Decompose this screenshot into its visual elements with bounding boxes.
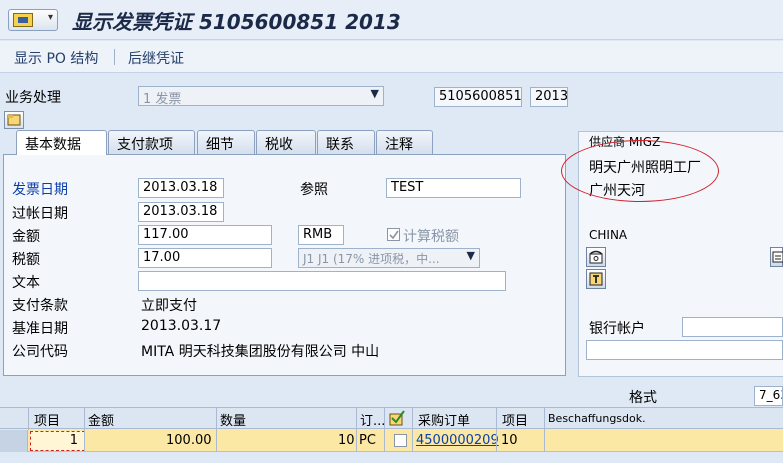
calc-tax-label: 计算税额 (403, 229, 459, 245)
column-separator (356, 408, 357, 430)
vendor-country: CHINA (589, 228, 628, 242)
col-amount[interactable]: 金额 (88, 410, 114, 429)
select-all-icon (389, 410, 405, 426)
unit-cell[interactable]: PC (359, 433, 376, 448)
text-label: 文本 (12, 275, 40, 291)
item-value: 1 (69, 433, 78, 448)
layout-label: 格式 (629, 390, 657, 406)
bank-account-label: 银行帐户 (589, 321, 645, 337)
transaction-select[interactable]: 1 发票 ▼ (138, 86, 384, 106)
telephone-icon (589, 250, 603, 264)
amount-cell[interactable]: 100.00 (166, 433, 212, 448)
transaction-label: 业务处理 (5, 90, 61, 106)
posting-date-field[interactable]: 2013.03.18 (138, 202, 224, 222)
tab-contact[interactable]: 联系 (317, 130, 375, 154)
company-code-value: MITA 明天科技集团股份有限公司 中山 (141, 344, 380, 360)
items-table-header: 项目 金额 数量 订... 采购订单 项目 Beschaffungsdok. (0, 407, 783, 431)
fax-icon (589, 272, 603, 286)
follow-on-docs-button[interactable]: 后继凭证 (128, 48, 184, 68)
quantity-cell[interactable]: 10 (338, 433, 355, 448)
toolbar-separator (114, 49, 115, 65)
payment-terms-value: 立即支付 (141, 298, 197, 314)
column-separator (412, 430, 413, 452)
tab-tax[interactable]: 税收 (256, 130, 316, 154)
tab-basic-data[interactable]: 基本数据 (16, 130, 107, 155)
tab-details[interactable]: 细节 (197, 130, 255, 154)
item-cell[interactable]: 1 (30, 431, 85, 451)
column-separator (412, 408, 413, 430)
column-separator (216, 408, 217, 430)
tab-notes[interactable]: 注释 (376, 130, 433, 154)
column-separator (544, 430, 545, 452)
column-separator (28, 408, 29, 430)
invoice-date-label: 发票日期 (12, 182, 68, 198)
tax-label: 税额 (12, 252, 40, 268)
vendor-fax-button[interactable] (586, 269, 606, 289)
reference-field[interactable]: TEST (386, 178, 521, 198)
purchase-order-link[interactable]: 4500000209 (416, 433, 499, 448)
text-field[interactable] (138, 271, 506, 291)
chevron-down-icon: ▾ (47, 12, 53, 23)
posting-date-label: 过帐日期 (12, 206, 68, 222)
bank-account-detail-field[interactable] (586, 340, 783, 360)
amount-label: 金额 (12, 229, 40, 245)
reference-label: 参照 (300, 182, 328, 198)
layout-field[interactable]: 7_63 (754, 386, 783, 406)
column-separator (496, 430, 497, 452)
payment-terms-label: 支付条款 (12, 298, 68, 314)
chevron-down-icon: ▼ (466, 249, 475, 262)
column-separator (544, 408, 545, 430)
tax-amount-field[interactable]: 17.00 (138, 248, 272, 268)
chevron-down-icon: ▼ (370, 87, 379, 100)
column-separator (384, 408, 385, 430)
toggle-header-button[interactable] (4, 111, 24, 129)
row-selector[interactable] (0, 430, 28, 452)
details-icon (772, 251, 783, 263)
checkmark-icon (389, 230, 399, 240)
document-number-field[interactable]: 5105600851 (434, 87, 522, 107)
fiscal-year-field[interactable]: 2013 (530, 87, 568, 107)
col-quantity[interactable]: 数量 (220, 410, 246, 429)
currency-field[interactable]: RMB (298, 225, 344, 245)
amount-field[interactable]: 117.00 (138, 225, 272, 245)
column-separator (84, 408, 85, 430)
column-separator (496, 408, 497, 430)
show-po-structure-button[interactable]: 显示 PO 结构 (14, 48, 98, 68)
col-select-all[interactable] (388, 409, 406, 431)
calc-tax-checkbox[interactable] (387, 228, 400, 241)
sap-menu-icon (13, 13, 33, 27)
col-item[interactable]: 项目 (34, 410, 60, 429)
column-separator (216, 430, 217, 452)
baseline-date-label: 基准日期 (12, 321, 68, 337)
application-toolbar: 显示 PO 结构 后继凭证 (0, 41, 783, 73)
po-item-cell[interactable]: 10 (501, 433, 518, 448)
folder-icon (7, 114, 21, 126)
row-select-checkbox[interactable] (394, 434, 407, 447)
vendor-address-button[interactable] (586, 247, 606, 267)
baseline-date-value: 2013.03.17 (141, 318, 222, 334)
col-purchase-order[interactable]: 采购订单 (418, 410, 470, 429)
vendor-city: 广州天河 (589, 183, 645, 199)
column-separator (384, 430, 385, 452)
col-po-item[interactable]: 项目 (502, 410, 528, 429)
vendor-name: 明天广州照明工厂 (589, 160, 701, 176)
table-row[interactable]: 1 100.00 10 PC 4500000209 10 (0, 430, 783, 452)
col-procurement-doc[interactable]: Beschaffungsdok. (548, 412, 646, 425)
column-separator (356, 430, 357, 452)
page-title: 显示发票凭证 5105600851 2013 (72, 10, 401, 34)
column-separator (84, 430, 85, 452)
vendor-details-button[interactable] (770, 247, 783, 267)
title-bar: ▾ 显示发票凭证 5105600851 2013 (0, 0, 783, 40)
invoice-date-field[interactable]: 2013.03.18 (138, 178, 224, 198)
tab-payment[interactable]: 支付款项 (108, 130, 195, 154)
vendor-header: 供应商 MIGZ (589, 135, 661, 149)
col-order-unit[interactable]: 订... (360, 410, 385, 429)
tax-code-value: J1 J1 (17% 进项税，中... (303, 252, 440, 266)
tax-code-select[interactable]: J1 J1 (17% 进项税，中... ▼ (298, 248, 480, 268)
system-menu-button[interactable]: ▾ (8, 9, 58, 31)
company-code-label: 公司代码 (12, 344, 68, 360)
bank-account-field[interactable] (682, 317, 783, 337)
transaction-select-value: 1 发票 (143, 92, 182, 106)
